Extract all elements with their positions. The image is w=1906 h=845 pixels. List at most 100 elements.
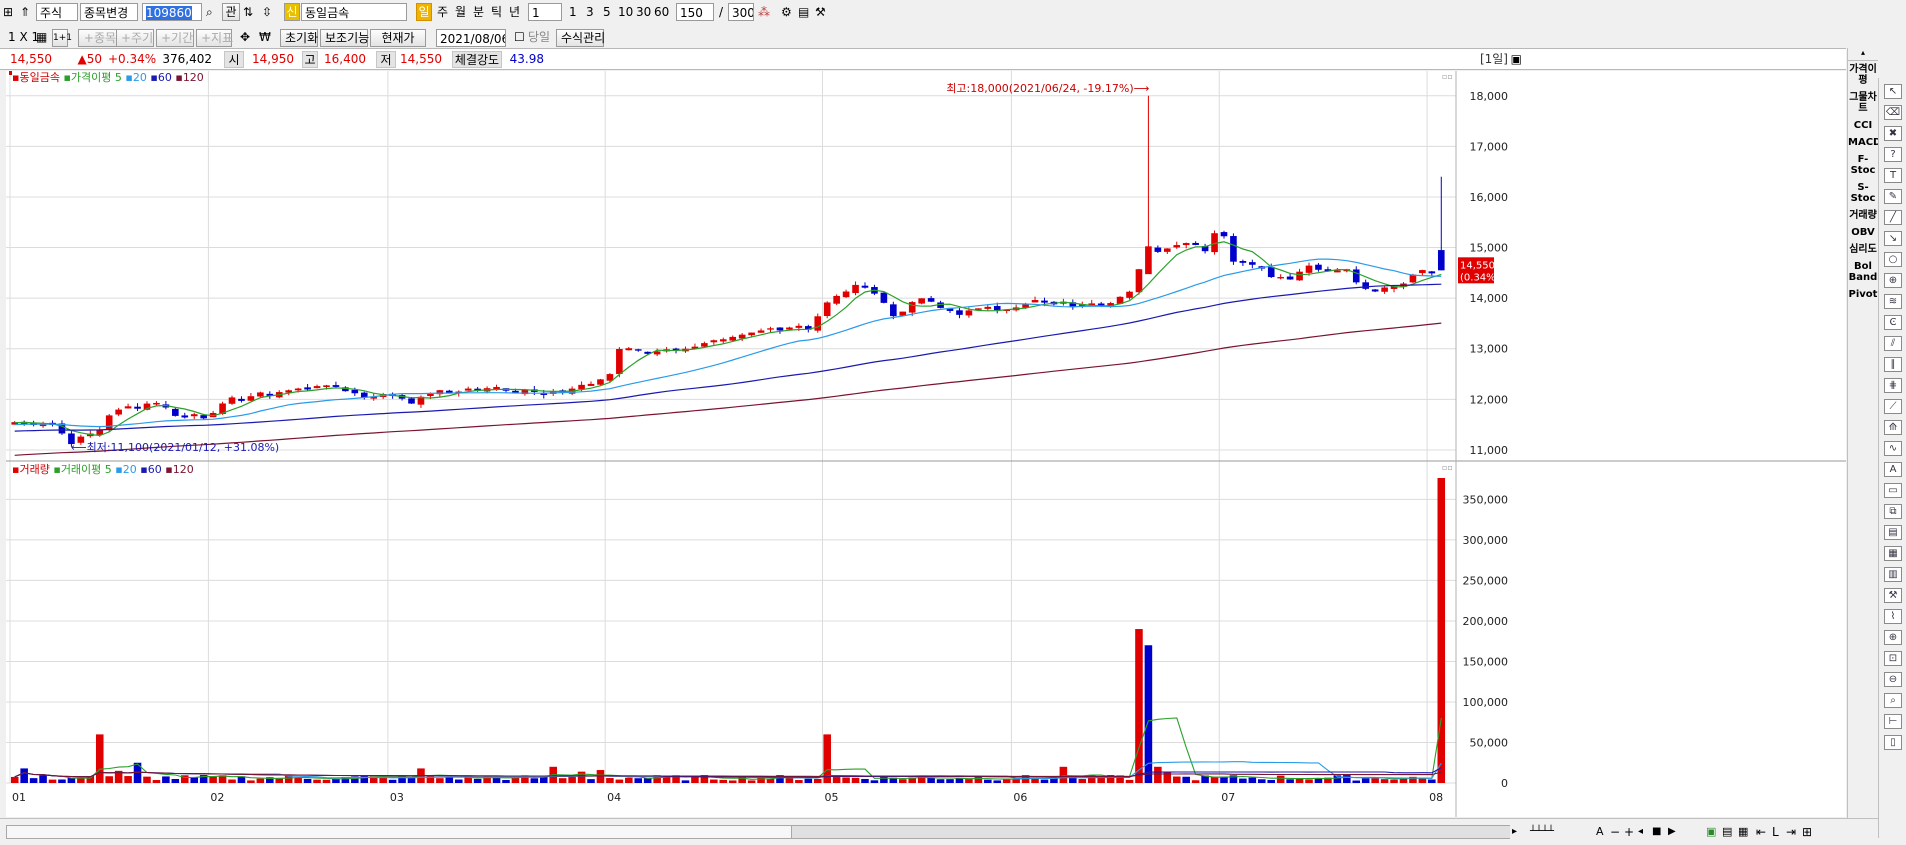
indicator-panel-collapse-icon[interactable]: ▴: [1848, 48, 1878, 61]
spin-icon[interactable]: ⇳: [262, 3, 272, 21]
circle-tool-icon[interactable]: ○: [1884, 252, 1902, 267]
fan-tool-icon[interactable]: ⟋: [1884, 399, 1902, 414]
legend-vma20[interactable]: 20: [123, 463, 137, 476]
total-count-field[interactable]: 300: [728, 3, 754, 21]
zoom-minus-icon[interactable]: −: [1610, 823, 1620, 841]
page-tool-icon[interactable]: ▯: [1884, 735, 1902, 750]
crosshair-icon[interactable]: ✥: [240, 28, 250, 46]
indicator-volume[interactable]: 거래량: [1848, 210, 1878, 221]
chart-tool-icon[interactable]: ⌇: [1884, 609, 1902, 624]
currency-icon[interactable]: ₩: [259, 28, 271, 46]
stop-icon[interactable]: ■: [1652, 823, 1661, 841]
kwan-button[interactable]: 관: [222, 3, 240, 21]
grid-view-icon[interactable]: ▦: [1738, 823, 1748, 841]
legend-ma60[interactable]: 60: [158, 71, 172, 84]
table-tool-icon[interactable]: ▥: [1884, 567, 1902, 582]
same-day-checkbox[interactable]: ☐: [514, 28, 525, 46]
minute-preset-5[interactable]: 5: [603, 3, 611, 21]
period-yearly-button[interactable]: 년: [509, 3, 520, 21]
wrench-tool-icon[interactable]: ⚒: [1884, 588, 1902, 603]
minute-preset-1[interactable]: 1: [569, 3, 577, 21]
delete-all-tool-icon[interactable]: ✖: [1884, 126, 1902, 141]
magnifier-tool-icon[interactable]: ⌕: [1884, 693, 1902, 708]
range-slider-icon[interactable]: ┴┴┴┴: [1530, 823, 1554, 841]
scroll-last-icon[interactable]: ⇥: [1786, 823, 1796, 841]
shrink-icon[interactable]: ◂: [1638, 823, 1643, 841]
eraser-tool-icon[interactable]: ⌫: [1884, 105, 1902, 120]
legend-stock-name[interactable]: 동일금속: [19, 71, 59, 84]
vol-pane-restore-icon[interactable]: ▫▫: [1442, 463, 1453, 472]
gann-tool-icon[interactable]: ⋕: [1884, 378, 1902, 393]
pin-icon[interactable]: ⊞: [3, 3, 13, 21]
speed-line-tool-icon[interactable]: ⟰: [1884, 420, 1902, 435]
indicator-cci[interactable]: CCI: [1848, 120, 1878, 131]
formula-manage-button[interactable]: 수식관리: [556, 29, 605, 47]
excel-icon[interactable]: ▣: [1706, 823, 1716, 841]
period-tick-button[interactable]: 틱: [491, 3, 502, 21]
save-tool-icon[interactable]: ▤: [1884, 525, 1902, 540]
last-bar-icon[interactable]: L: [1772, 823, 1779, 841]
bookmark-icon[interactable]: ⇑: [20, 3, 30, 21]
minute-preset-3[interactable]: 3: [586, 3, 594, 21]
add-range-button[interactable]: +기간: [156, 29, 194, 47]
search-icon[interactable]: ⌕: [206, 3, 213, 21]
print-icon[interactable]: ▤: [798, 3, 809, 21]
zoom-range-tool-icon[interactable]: ⊡: [1884, 651, 1902, 666]
font-size-icon[interactable]: A: [1596, 823, 1604, 841]
legend-vma60[interactable]: 60: [148, 463, 162, 476]
copy-tool-icon[interactable]: ⧉: [1884, 504, 1902, 519]
table-view-icon[interactable]: ▤: [1722, 823, 1732, 841]
zoom-in-tool-icon[interactable]: ⊕: [1884, 630, 1902, 645]
legend-price-ma[interactable]: 가격이평: [71, 71, 111, 84]
legend-ma5[interactable]: 5: [115, 71, 122, 84]
parallel-tool-icon[interactable]: ∥: [1884, 357, 1902, 372]
period-weekly-button[interactable]: 주: [437, 3, 448, 21]
trendline-tool-icon[interactable]: ╱: [1884, 210, 1902, 225]
link-icon[interactable]: ⇅: [243, 3, 253, 21]
zoom-plus-icon[interactable]: +: [1624, 823, 1634, 841]
layout-label[interactable]: 1 X 1: [8, 28, 39, 46]
settings-icon[interactable]: ⚙: [781, 3, 792, 21]
aux-function-button[interactable]: 보조기능: [320, 29, 369, 47]
auto-tool-icon[interactable]: A: [1884, 462, 1902, 477]
reset-button[interactable]: 초기화: [280, 29, 318, 47]
channel-tool-icon[interactable]: ⫽: [1884, 336, 1902, 351]
pen-tool-icon[interactable]: ✎: [1884, 189, 1902, 204]
zoom-out-tool-icon[interactable]: ⊖: [1884, 672, 1902, 687]
market-select[interactable]: 주식: [36, 3, 78, 21]
play-icon[interactable]: ▶: [1668, 823, 1676, 841]
minute-preset-30[interactable]: 30: [636, 3, 651, 21]
indicator-sstoc[interactable]: S-Stoc: [1848, 182, 1878, 204]
fibonacci-tool-icon[interactable]: Ͼ: [1884, 315, 1902, 330]
indicator-pivot[interactable]: Pivot: [1848, 289, 1878, 300]
grid-icon[interactable]: ▦: [36, 28, 47, 46]
window-tool-icon[interactable]: ▭: [1884, 483, 1902, 498]
indicator-obv[interactable]: OBV: [1848, 227, 1878, 238]
legend-ma20[interactable]: 20: [133, 71, 147, 84]
pane-restore-icon[interactable]: ▫▫: [1442, 72, 1453, 81]
period-monthly-button[interactable]: 월: [455, 3, 466, 21]
price-type-select[interactable]: 현재가: [370, 29, 426, 47]
scroll-right-icon[interactable]: ▸: [1512, 823, 1517, 841]
text-tool-icon[interactable]: T: [1884, 168, 1902, 183]
indicator-net-chart[interactable]: 그물차트: [1848, 92, 1878, 114]
indicator-fstoc[interactable]: F-Stoc: [1848, 154, 1878, 176]
period-minute-button[interactable]: 분: [473, 3, 484, 21]
minute-preset-60[interactable]: 60: [654, 3, 669, 21]
legend-volume[interactable]: 거래량: [19, 463, 49, 476]
ruler-tool-icon[interactable]: ⊢: [1884, 714, 1902, 729]
scroll-first-icon[interactable]: ⇤: [1756, 823, 1766, 841]
count-stepper[interactable]: 150: [676, 3, 714, 21]
period-daily-button[interactable]: 일: [416, 3, 432, 21]
tools-icon[interactable]: ⚒: [815, 3, 826, 21]
add-indicator-button[interactable]: +지표: [196, 29, 233, 47]
fit-icon[interactable]: ⊞: [1802, 823, 1812, 841]
one-plus-one-button[interactable]: 1+1: [52, 29, 72, 47]
legend-vma120[interactable]: 120: [173, 463, 194, 476]
indicator-price-ma[interactable]: 가격이평: [1848, 64, 1878, 86]
wave-tool-icon[interactable]: ∿: [1884, 441, 1902, 456]
help-tool-icon[interactable]: ?: [1884, 147, 1902, 162]
scroll-thumb[interactable]: [791, 826, 1510, 838]
maximize-icon[interactable]: ▣: [1510, 51, 1522, 68]
grid-tool-icon[interactable]: ▦: [1884, 546, 1902, 561]
